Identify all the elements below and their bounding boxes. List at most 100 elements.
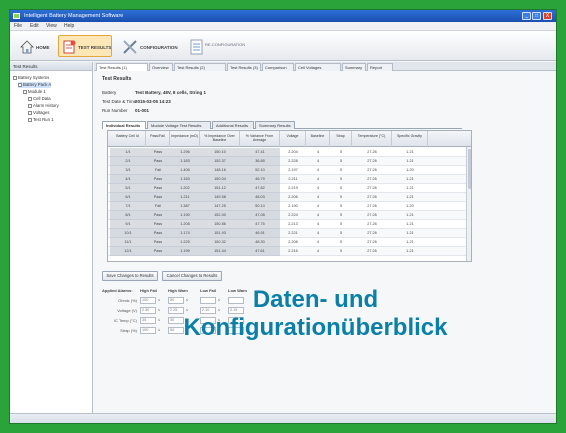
table-cell: 151.44 xyxy=(200,247,240,256)
tree-item-battery-pack[interactable]: Battery Pack A xyxy=(18,82,52,88)
home-button[interactable]: HOME xyxy=(16,35,52,57)
subtab-individual[interactable]: Individual Results xyxy=(102,121,146,129)
column-header[interactable]: Impedance (mΩ) xyxy=(170,131,200,147)
table-row[interactable]: 5/1 Pass 1.202 151.12 47.82 2.219 4 5 27.26 1.21 xyxy=(108,184,471,193)
table-cell: 2.221 xyxy=(288,231,298,235)
save-changes-button[interactable]: Save Changes to Results xyxy=(102,271,158,281)
table-cell: 2.228 xyxy=(288,159,298,163)
tab-cell-voltages[interactable]: Cell Voltages xyxy=(295,63,341,71)
table-row[interactable]: 6/1 Pass 1.211 149.58 48.03 2.206 4 5 27.26 1.21 xyxy=(108,193,471,202)
table-cell: 27.26 xyxy=(367,240,377,244)
table-cell: 47.61 xyxy=(240,247,280,256)
table-cell: 27.26 xyxy=(367,177,377,181)
table-row[interactable]: 3/1 Fail 1.406 148.16 52.10 2.197 4 5 27.26 1.20 xyxy=(108,166,471,175)
tab-comparison[interactable]: Comparison xyxy=(262,63,294,71)
app-window: Intelligent Battery Management Software … xyxy=(9,9,557,424)
menu-help[interactable]: Help xyxy=(64,22,74,31)
tab-test-results-2[interactable]: Test Results (2) xyxy=(174,63,226,71)
table-row[interactable]: 10/1 Pass 1.174 151.93 46.91 2.221 4 5 27.26 1.21 xyxy=(108,229,471,238)
column-header[interactable]: Battery Cell Id xyxy=(110,131,146,147)
table-cell: Pass xyxy=(146,193,170,202)
column-header[interactable]: Pass/Fail xyxy=(146,131,170,147)
table-row[interactable]: 7/1 Fail 1.387 147.25 50.14 2.190 4 5 27.26 1.20 xyxy=(108,202,471,211)
table-cell: 27.26 xyxy=(367,249,377,253)
tab-test-results-1[interactable]: Test Results (1) xyxy=(96,63,148,71)
column-header[interactable]: Strap xyxy=(330,131,352,147)
table-cell: 48.03 xyxy=(240,193,280,202)
table-cell: 50.14 xyxy=(240,202,280,211)
configuration-button[interactable]: CONFIGURATION xyxy=(118,35,180,57)
table-cell: 47.82 xyxy=(240,184,280,193)
menu-edit[interactable]: Edit xyxy=(30,22,39,31)
expander-icon[interactable] xyxy=(13,75,17,80)
table-cell: 4 xyxy=(316,186,320,190)
tree-item-alarm-history[interactable]: Alarm History xyxy=(28,103,59,109)
subtab-module-voltage[interactable]: Module Voltage Test Results xyxy=(147,121,211,129)
info-label: Run Number xyxy=(102,108,128,113)
table-cell: Pass xyxy=(146,157,170,166)
expander-icon[interactable] xyxy=(23,89,27,94)
folder-icon xyxy=(28,110,32,115)
table-cell: Pass xyxy=(146,211,170,220)
cancel-changes-button[interactable]: Cancel Changes to Results xyxy=(162,271,222,281)
table-cell: 5 xyxy=(339,168,343,172)
table-cell: 150.10 xyxy=(200,148,240,157)
table-cell: 1.208 xyxy=(170,220,200,229)
document-tabs: Test Results (1) Overview Test Results (… xyxy=(94,62,556,71)
table-cell: 1.21 xyxy=(406,240,414,244)
column-header[interactable]: Baseline xyxy=(306,131,330,147)
table-cell: 1.21 xyxy=(406,231,414,235)
table-cell: 4 xyxy=(316,168,320,172)
tree-item-voltages[interactable]: Voltages xyxy=(28,110,50,116)
table-row[interactable]: 1/1 Pass 1.296 150.10 47.41 2.204 4 5 27.26 1.21 xyxy=(108,148,471,157)
menu-view[interactable]: View xyxy=(46,22,57,31)
minimize-button[interactable]: _ xyxy=(522,12,531,20)
tab-test-results-3[interactable]: Test Results (3) xyxy=(227,63,261,71)
table-row[interactable]: 8/1 Pass 1.190 152.40 47.08 2.224 4 5 27.26 1.21 xyxy=(108,211,471,220)
table-row[interactable]: 11/1 Pass 1.225 150.32 48.30 2.208 4 5 27.26 1.21 xyxy=(108,238,471,247)
tree-item-battery-systems[interactable]: Battery Systems xyxy=(13,75,49,81)
subtab-summary[interactable]: Summary Results xyxy=(255,121,295,129)
expander-icon[interactable] xyxy=(18,82,22,87)
reconfiguration-button[interactable]: RE-CONFIGURATION xyxy=(186,35,245,57)
table-cell: 27.26 xyxy=(367,150,377,154)
table-row[interactable]: 4/1 Pass 1.163 150.04 46.79 2.211 4 5 27.26 1.21 xyxy=(108,175,471,184)
column-header[interactable]: Specific Gravity xyxy=(392,131,428,147)
status-bar xyxy=(10,413,556,423)
test-results-button[interactable]: TEST RESULTS xyxy=(58,35,112,57)
table-cell: 47.75 xyxy=(240,220,280,229)
table-cell: 27.26 xyxy=(367,204,377,208)
tab-overview[interactable]: Overview xyxy=(149,63,173,71)
table-cell: 4 xyxy=(316,222,320,226)
column-header[interactable]: Temperature (°C) xyxy=(352,131,392,147)
result-subtabs: Individual Results Module Voltage Test R… xyxy=(102,121,462,129)
tab-report[interactable]: Report xyxy=(367,63,393,71)
menu-file[interactable]: File xyxy=(14,22,22,31)
table-cell: 4 xyxy=(316,231,320,235)
table-row[interactable]: 2/1 Pass 1.183 152.37 36.85 2.228 4 5 27.26 1.21 xyxy=(108,157,471,166)
tree-item-cell-data[interactable]: Cell Data xyxy=(28,96,51,102)
table-row[interactable]: 9/1 Pass 1.208 150.86 47.75 2.213 4 5 27.26 1.21 xyxy=(108,220,471,229)
table-cell: 6/1 xyxy=(110,193,146,202)
scrollbar-thumb[interactable] xyxy=(468,149,471,189)
table-row[interactable]: 12/1 Pass 1.199 151.44 47.61 2.216 4 5 27.26 1.21 xyxy=(108,247,471,256)
close-button[interactable]: X xyxy=(543,12,552,20)
table-scrollbar[interactable] xyxy=(466,147,471,261)
tree-item-test-run[interactable]: Test Run 1 xyxy=(28,117,54,123)
table-cell: 3/1 xyxy=(110,166,146,175)
table-cell: Fail xyxy=(146,166,170,175)
tree-item-module[interactable]: Module 1 xyxy=(23,89,46,95)
document-icon xyxy=(190,39,203,55)
table-cell: 5 xyxy=(339,231,343,235)
column-header[interactable]: % Impedance Over Baseline xyxy=(200,131,240,147)
column-header[interactable]: % Variance From Average xyxy=(240,131,280,147)
table-cell: 1.21 xyxy=(406,249,414,253)
table-cell: Pass xyxy=(146,220,170,229)
section-title: Test Results xyxy=(102,76,132,82)
column-header[interactable]: Voltage xyxy=(280,131,306,147)
table-cell: 1.199 xyxy=(170,247,200,256)
subtab-additional[interactable]: Additional Results xyxy=(212,121,254,129)
tab-summary[interactable]: Summary xyxy=(342,63,366,71)
table-cell: 5/1 xyxy=(110,184,146,193)
maximize-button[interactable]: □ xyxy=(532,12,541,20)
